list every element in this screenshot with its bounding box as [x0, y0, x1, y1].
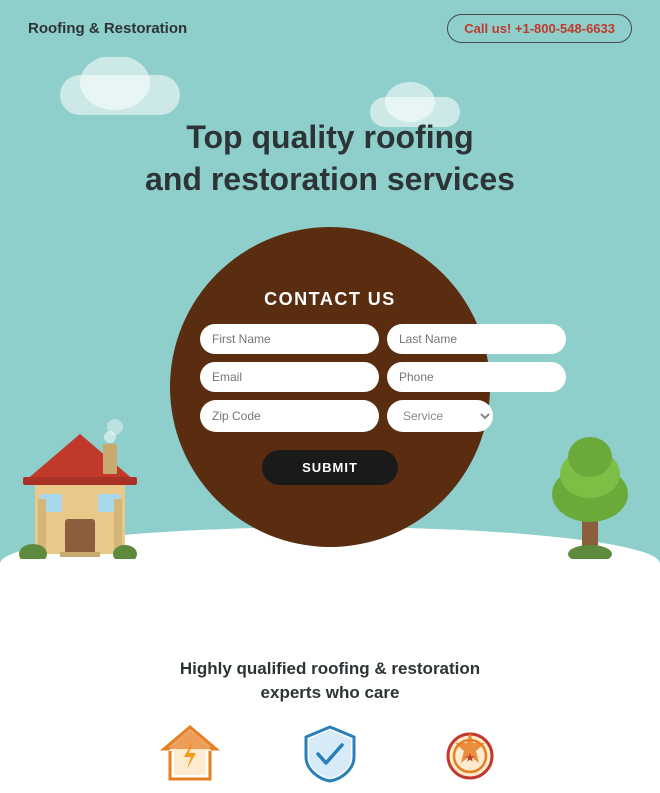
logo: Roofing & Restoration — [28, 20, 187, 37]
email-input[interactable] — [200, 362, 379, 392]
house-lightning-icon — [160, 723, 220, 783]
bottom-title: Highly qualified roofing & restoration e… — [20, 657, 640, 705]
call-label: Call us! — [464, 21, 511, 36]
house-illustration-left — [15, 399, 145, 559]
contact-form-circle: CONTACT US Service Roofing Restoration S… — [170, 227, 490, 547]
tree-illustration-right — [540, 399, 640, 559]
bottom-section: Highly qualified roofing & restoration e… — [0, 637, 660, 793]
hero-section: Top quality roofing and restoration serv… — [0, 57, 660, 637]
shield-check-icon — [300, 723, 360, 783]
submit-button[interactable]: SUBMIT — [262, 450, 398, 485]
location-service-row: Service Roofing Restoration — [200, 400, 460, 432]
contact-row — [200, 362, 460, 392]
cloud-left — [60, 75, 180, 115]
phone-input[interactable] — [387, 362, 566, 392]
call-button[interactable]: Call us! +1-800-548-6633 — [447, 14, 632, 43]
hero-title: Top quality roofing and restoration serv… — [90, 117, 570, 200]
medal-icon: ★ — [440, 723, 500, 783]
svg-text:★: ★ — [466, 753, 475, 764]
first-name-input[interactable] — [200, 324, 379, 354]
zip-input[interactable] — [200, 400, 379, 432]
icons-row: ★ — [20, 723, 640, 783]
phone-number: +1-800-548-6633 — [515, 21, 615, 36]
name-row — [200, 324, 460, 354]
header: Roofing & Restoration Call us! +1-800-54… — [0, 0, 660, 57]
last-name-input[interactable] — [387, 324, 566, 354]
form-title: CONTACT US — [264, 289, 396, 310]
service-select[interactable]: Service Roofing Restoration — [387, 400, 493, 432]
